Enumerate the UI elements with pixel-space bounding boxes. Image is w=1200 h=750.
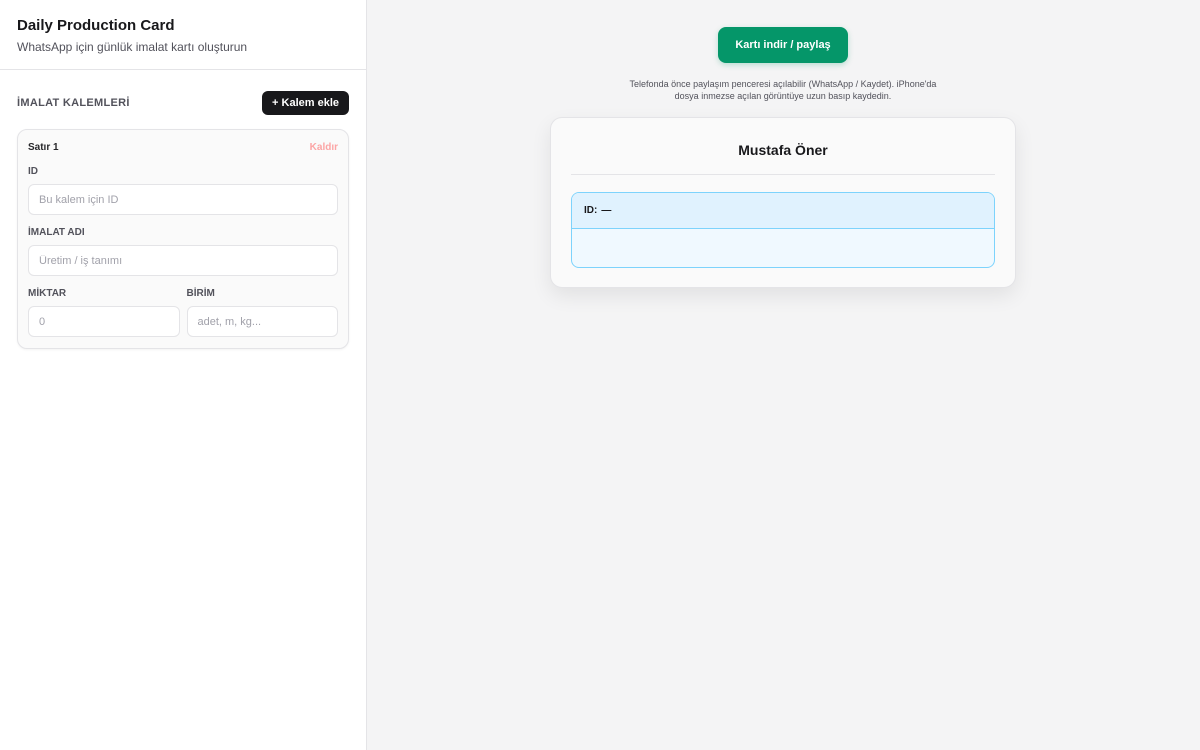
id-label: ID <box>28 166 38 177</box>
preview-item-id-value: — <box>601 205 612 216</box>
app-subtitle: WhatsApp için günlük imalat kartı oluştu… <box>17 40 248 54</box>
share-hint: Telefonda önce paylaşım penceresi açılab… <box>583 78 983 102</box>
preview-area: Kartı indir / paylaş Telefonda önce payl… <box>367 0 1200 750</box>
quantity-input[interactable] <box>28 306 180 337</box>
production-card-preview: Mustafa Öner ID: — <box>550 117 1016 288</box>
preview-item: ID: — <box>571 192 995 268</box>
production-name-input[interactable] <box>28 245 338 276</box>
row-label: Satır 1 <box>28 141 59 153</box>
id-input[interactable] <box>28 184 338 215</box>
quantity-column: MİKTAR <box>28 276 180 337</box>
production-name-label: İMALAT ADI <box>28 227 85 238</box>
sidebar-header: Daily Production Card WhatsApp için günl… <box>0 0 366 70</box>
items-section-title: İMALAT KALEMLERİ <box>17 97 130 109</box>
unit-column: BİRİM <box>186 276 338 337</box>
preview-person-name: Mustafa Öner <box>571 118 995 175</box>
share-hint-line-1: Telefonda önce paylaşım penceresi açılab… <box>629 79 937 89</box>
item-card-header: Satır 1 Kaldır <box>28 140 338 154</box>
preview-item-header: ID: — <box>572 193 994 229</box>
quantity-label: MİKTAR <box>28 288 67 299</box>
app-root: Daily Production Card WhatsApp için günl… <box>0 0 1200 750</box>
unit-input[interactable] <box>186 306 338 337</box>
app-title: Daily Production Card <box>17 17 175 34</box>
unit-label: BİRİM <box>186 288 215 299</box>
item-card: Satır 1 Kaldır ID İMALAT ADI MİKTAR BİRİ… <box>17 129 349 349</box>
sidebar: Daily Production Card WhatsApp için günl… <box>0 0 367 750</box>
remove-item-button[interactable]: Kaldır <box>310 142 338 153</box>
items-section-header: İMALAT KALEMLERİ + Kalem ekle <box>0 70 366 120</box>
share-hint-line-2: dosya inmezse açılan görüntüye uzun bası… <box>674 91 892 101</box>
add-item-button[interactable]: + Kalem ekle <box>262 91 349 115</box>
quantity-unit-row: MİKTAR BİRİM <box>28 276 338 337</box>
preview-item-id-label: ID: <box>584 205 598 216</box>
download-share-button[interactable]: Kartı indir / paylaş <box>718 27 848 63</box>
